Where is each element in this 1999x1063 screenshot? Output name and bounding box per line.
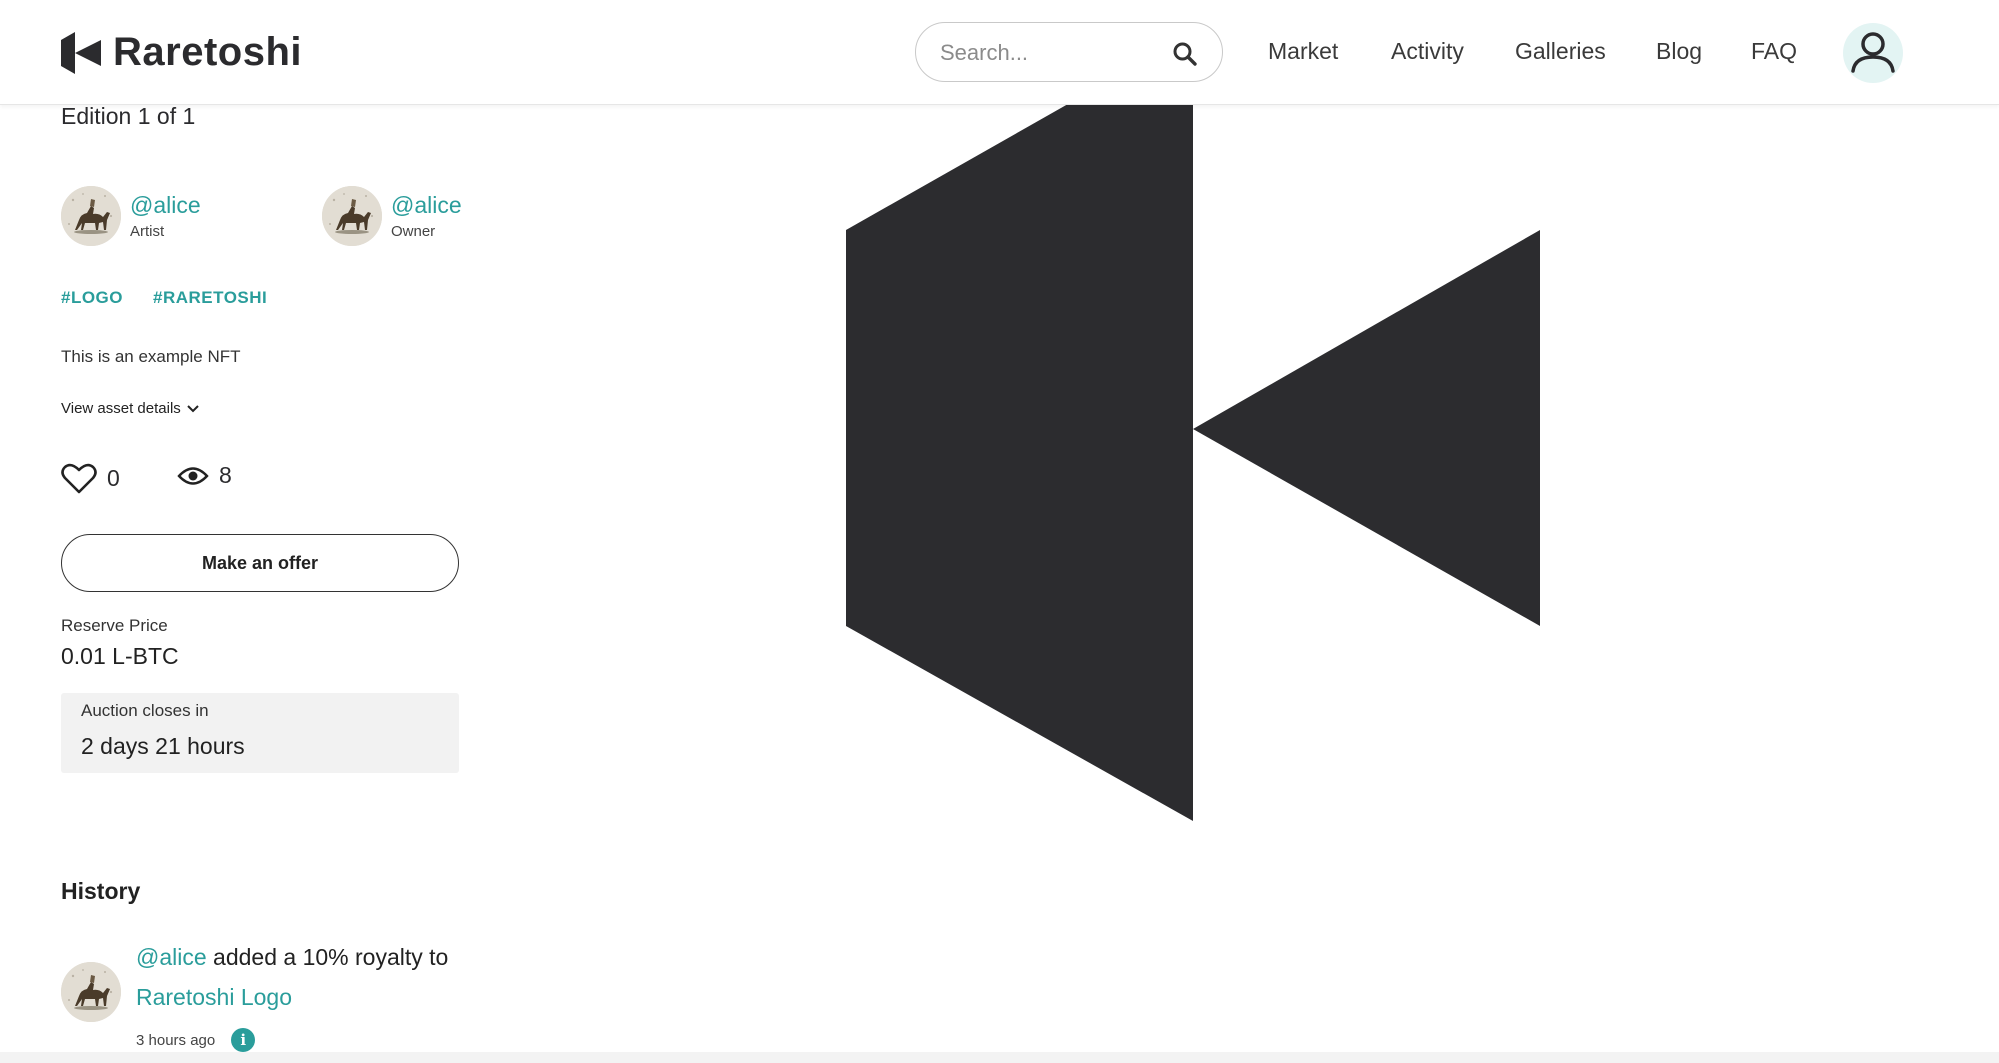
history-entry-text: @alice added a 10% royalty to [136, 944, 448, 971]
raretoshi-logo-icon [61, 31, 101, 74]
history-time-text: 3 hours ago [136, 1031, 216, 1049]
owner-card[interactable]: @alice Owner [322, 186, 462, 246]
nav-activity[interactable]: Activity [1391, 38, 1464, 65]
search-box[interactable] [915, 22, 1223, 82]
auction-closes-label: Auction closes in [81, 701, 209, 720]
nav-blog[interactable]: Blog [1656, 38, 1702, 65]
asset-description: This is an example NFT [61, 347, 241, 366]
reserve-price-value: 0.01 L-BTC [61, 643, 179, 669]
info-icon[interactable]: i [231, 1028, 256, 1052]
user-icon [1851, 32, 1895, 73]
history-user-link[interactable]: @alice [136, 944, 207, 970]
history-timestamp: 3 hours ago i [136, 1028, 256, 1052]
owner-role-label: Owner [391, 223, 436, 240]
brand-logo[interactable]: Raretoshi [61, 30, 302, 75]
owner-handle[interactable]: @alice [391, 192, 462, 219]
auction-time-remaining: 2 days 21 hours [81, 733, 245, 759]
search-input[interactable] [938, 35, 1162, 71]
nft-artwork-raretoshi-logo [846, 104, 1540, 821]
auction-countdown-panel: Auction closes in 2 days 21 hours [61, 693, 459, 773]
view-count: 8 [219, 462, 232, 488]
details-link-label: View asset details [61, 400, 181, 417]
top-navigation-bar: Raretoshi Market Activity Galleries Blog… [0, 0, 1999, 105]
like-counter[interactable]: 0 [61, 462, 120, 494]
page-bottom-edge [0, 1052, 1999, 1063]
history-heading: History [61, 878, 141, 904]
brand-name: Raretoshi [113, 30, 302, 74]
search-icon[interactable] [1172, 41, 1198, 67]
artist-role-label: Artist [130, 223, 165, 240]
tag-logo[interactable]: #LOGO [61, 288, 123, 308]
artist-handle[interactable]: @alice [130, 192, 201, 219]
tag-raretoshi[interactable]: #RARETOSHI [153, 288, 267, 308]
nav-galleries[interactable]: Galleries [1515, 38, 1606, 65]
history-asset-link[interactable]: Raretoshi Logo [136, 984, 292, 1011]
eye-icon [177, 466, 209, 485]
chevron-down-icon [187, 404, 199, 412]
artist-avatar[interactable] [61, 186, 121, 246]
nav-faq[interactable]: FAQ [1751, 38, 1797, 65]
history-avatar[interactable] [61, 962, 121, 1022]
view-asset-details-toggle[interactable]: View asset details [61, 400, 200, 417]
owner-avatar[interactable] [322, 186, 382, 246]
make-offer-button[interactable]: Make an offer [61, 534, 459, 592]
view-counter: 8 [177, 462, 232, 489]
history-action-text: added a 10% royalty to [206, 944, 449, 970]
edition-info: Edition 1 of 1 [61, 103, 196, 129]
heart-icon[interactable] [61, 462, 97, 494]
reserve-price-label: Reserve Price [61, 616, 168, 635]
nav-market[interactable]: Market [1268, 38, 1338, 65]
artist-card[interactable]: @alice Artist [61, 186, 201, 246]
like-count: 0 [107, 464, 120, 491]
user-avatar-button[interactable] [1843, 23, 1903, 83]
